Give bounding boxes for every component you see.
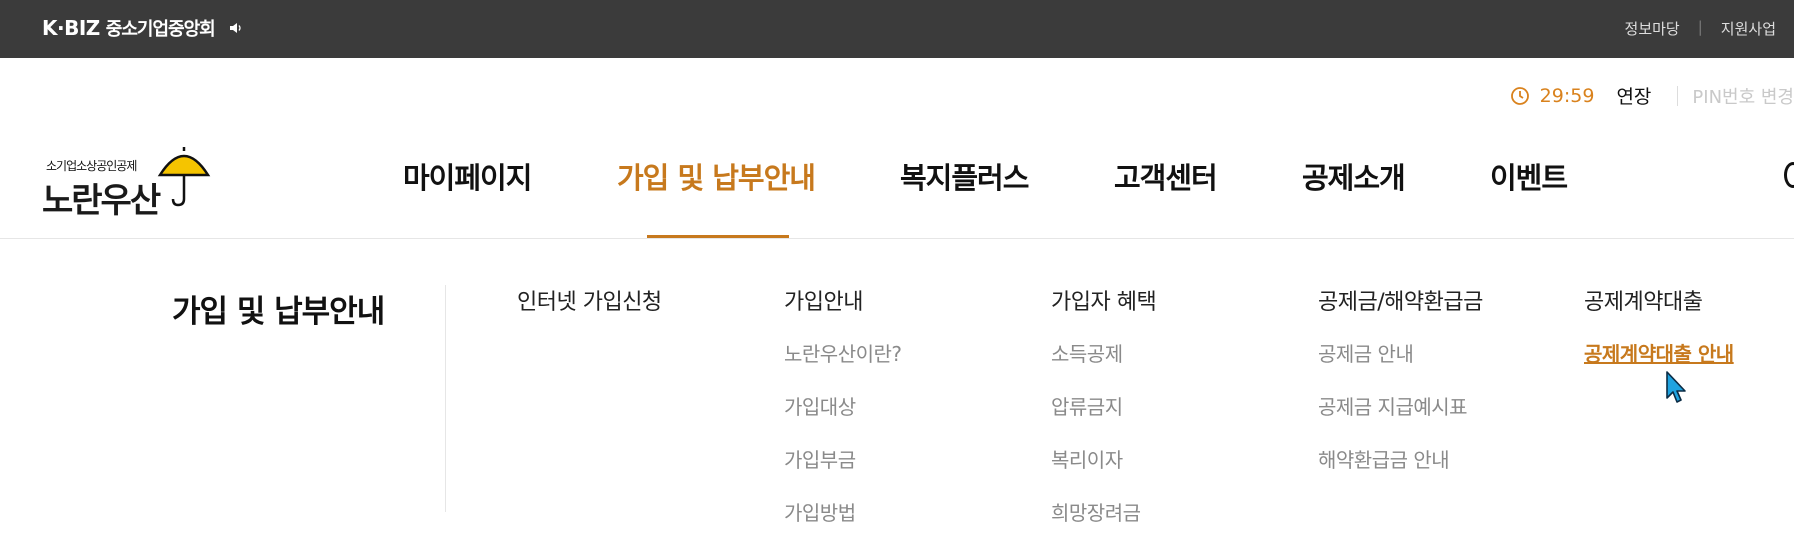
umbrella-icon [157, 147, 211, 207]
submenu-item-what-is[interactable]: 노란우산이란? [784, 338, 902, 391]
pin-change-button[interactable]: PIN번호 변경 [1692, 83, 1794, 109]
submenu-head-join-guide[interactable]: 가입안내 [784, 284, 902, 316]
submenu-column-loan: 공제계약대출 공제계약대출 안내 [1584, 284, 1734, 391]
submenu-head-benefits[interactable]: 가입자 혜택 [1051, 284, 1157, 316]
nav-welfare-plus[interactable]: 복지플러스 [900, 155, 1029, 197]
top-link-support[interactable]: 지원사업 [1703, 18, 1794, 39]
kbiz-logo-mark: K·BIZ [42, 16, 100, 40]
submenu-head-internet-join[interactable]: 인터넷 가입신청 [517, 284, 662, 316]
submenu-item-premium[interactable]: 가입부금 [784, 444, 902, 497]
submenu-column-payouts: 공제금/해약환급금 공제금 안내 공제금 지급예시표 해약환급금 안내 [1318, 284, 1483, 497]
submenu-item-refund-guide[interactable]: 해약환급금 안내 [1318, 444, 1483, 497]
kbiz-logo-name: 중소기업중앙회 [105, 19, 216, 40]
nav-mypage[interactable]: 마이페이지 [403, 155, 532, 197]
submenu-item-hope-incentive[interactable]: 희망장려금 [1051, 497, 1156, 550]
speaker-icon[interactable] [229, 21, 243, 35]
session-timer: 29:59 [1539, 84, 1595, 107]
nav-divider [0, 238, 1794, 239]
session-divider [1677, 85, 1679, 106]
clock-icon [1510, 86, 1529, 105]
logo-subtitle: 소기업소상공인공제 [46, 159, 137, 173]
submenu-item-income-deduction[interactable]: 소득공제 [1051, 338, 1156, 391]
search-icon[interactable] [1784, 162, 1794, 188]
top-links: 정보마당 | 지원사업 [1607, 18, 1794, 39]
nav-event[interactable]: 이벤트 [1490, 155, 1568, 197]
submenu-item-compound-interest[interactable]: 복리이자 [1051, 444, 1156, 497]
submenu-column-internet-join: 인터넷 가입신청 [517, 284, 662, 316]
submenu-list-payouts: 공제금 안내 공제금 지급예시표 해약환급금 안내 [1318, 338, 1483, 497]
top-bar: K·BIZ 중소기업중앙회 정보마당 | 지원사업 [0, 0, 1794, 58]
extend-button[interactable]: 연장 [1616, 82, 1651, 109]
session-bar: 29:59 연장 PIN번호 변경 [1510, 82, 1794, 109]
nav-customer-center[interactable]: 고객센터 [1114, 155, 1218, 197]
submenu-head-loan[interactable]: 공제계약대출 [1584, 284, 1734, 316]
submenu-head-payouts[interactable]: 공제금/해약환급금 [1318, 284, 1483, 316]
submenu-item-eligibility[interactable]: 가입대상 [784, 391, 902, 444]
logo-main-text: 노란우산 [42, 181, 161, 221]
submenu-title: 가입 및 납부안내 [172, 294, 385, 330]
submenu-item-loan-guide[interactable]: 공제계약대출 안내 [1584, 338, 1734, 391]
nav-join-payment[interactable]: 가입 및 납부안내 [617, 155, 816, 197]
submenu-item-payout-guide[interactable]: 공제금 안내 [1318, 338, 1483, 391]
top-link-info[interactable]: 정보마당 [1607, 18, 1698, 39]
nav-about[interactable]: 공제소개 [1302, 155, 1406, 197]
submenu-list-join-guide: 노란우산이란? 가입대상 가입부금 가입방법 [784, 338, 902, 550]
submenu-column-benefits: 가입자 혜택 소득공제 압류금지 복리이자 희망장려금 [1051, 284, 1157, 550]
mouse-cursor-icon [1666, 371, 1686, 403]
submenu-list-loan: 공제계약대출 안내 [1584, 338, 1734, 391]
submenu-divider [445, 285, 446, 512]
submenu-list-benefits: 소득공제 압류금지 복리이자 희망장려금 [1051, 338, 1156, 550]
noran-usan-logo[interactable]: 소기업소상공인공제 노란우산 [42, 143, 214, 221]
submenu-item-payout-example[interactable]: 공제금 지급예시표 [1318, 391, 1483, 444]
submenu-item-method[interactable]: 가입방법 [784, 497, 902, 550]
submenu-item-seizure-prohibition[interactable]: 압류금지 [1051, 391, 1156, 444]
kbiz-brand[interactable]: K·BIZ 중소기업중앙회 [42, 16, 243, 40]
submenu-column-join-guide: 가입안내 노란우산이란? 가입대상 가입부금 가입방법 [784, 284, 902, 550]
